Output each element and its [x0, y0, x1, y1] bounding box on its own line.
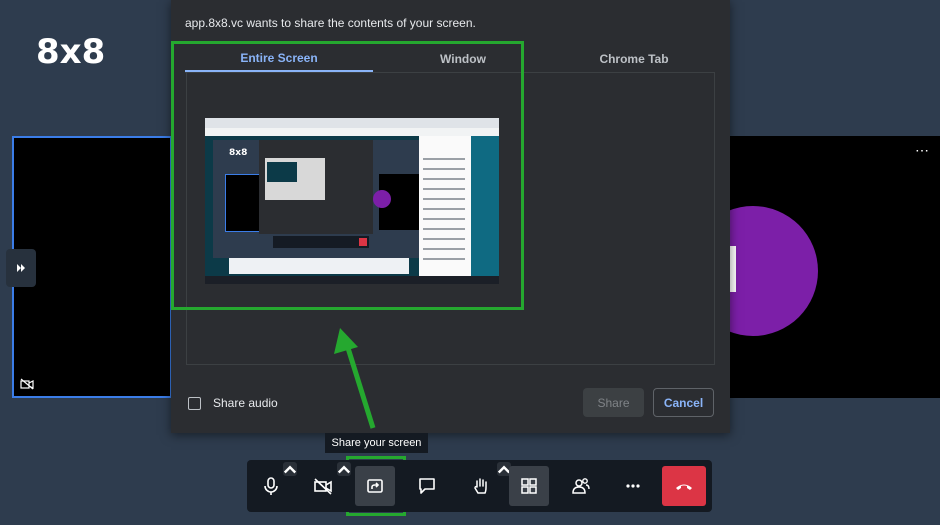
share-screen-icon — [367, 479, 383, 493]
share-screen-tooltip: Share your screen — [325, 433, 428, 453]
tile-view-button[interactable] — [509, 466, 549, 506]
chat-button[interactable] — [407, 466, 447, 506]
microphone-button[interactable] — [251, 462, 297, 506]
more-actions-button[interactable] — [613, 466, 653, 506]
grid-icon — [521, 478, 537, 494]
participants-button[interactable] — [561, 466, 601, 506]
microphone-icon — [264, 477, 278, 495]
raise-hand-button[interactable] — [461, 462, 511, 506]
share-screen-button[interactable] — [355, 466, 395, 506]
annotation-arrow-icon — [334, 328, 376, 429]
leave-meeting-button[interactable] — [662, 466, 706, 506]
meeting-toolbar — [247, 460, 712, 512]
camera-button[interactable] — [303, 462, 351, 506]
chevron-up-icon — [337, 465, 351, 474]
hand-icon — [474, 478, 487, 494]
camera-off-icon — [314, 478, 332, 495]
participants-icon — [572, 478, 590, 494]
microphone-options-caret[interactable] — [283, 462, 297, 476]
hangup-icon — [676, 484, 692, 490]
chat-icon — [419, 478, 435, 494]
camera-options-caret[interactable] — [337, 462, 351, 476]
more-dots-icon — [626, 484, 640, 488]
chevron-up-icon — [283, 465, 297, 474]
